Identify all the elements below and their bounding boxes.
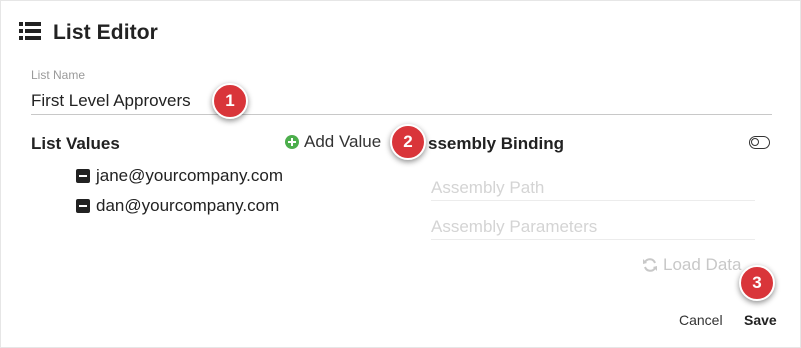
assembly-parameters-input[interactable] bbox=[431, 214, 755, 240]
remove-value-icon[interactable] bbox=[76, 169, 90, 183]
list-name-input[interactable] bbox=[31, 87, 772, 115]
dialog-header: List Editor bbox=[19, 21, 158, 45]
list-item: dan@yourcompany.com bbox=[76, 196, 279, 216]
load-data-button[interactable]: Load Data bbox=[642, 255, 741, 275]
plus-circle-icon bbox=[285, 135, 299, 149]
remove-value-icon[interactable] bbox=[76, 199, 90, 213]
save-button[interactable]: Save bbox=[744, 312, 777, 328]
list-item-email: jane@yourcompany.com bbox=[96, 166, 284, 185]
list-icon bbox=[19, 22, 41, 40]
callout-badge: 3 bbox=[739, 265, 775, 301]
callout-badge: 1 bbox=[212, 83, 248, 119]
callout-badge: 2 bbox=[390, 124, 426, 160]
assembly-binding-heading: ssembly Binding bbox=[428, 134, 565, 153]
toggle-knob bbox=[751, 138, 759, 146]
add-value-label: Add Value bbox=[304, 132, 382, 151]
list-values-heading: List Values bbox=[31, 134, 120, 153]
list-item: jane@yourcompany.com bbox=[76, 166, 283, 186]
assembly-path-input[interactable] bbox=[431, 175, 755, 201]
list-name-label: List Name bbox=[31, 68, 86, 82]
assembly-binding-toggle[interactable] bbox=[749, 136, 770, 149]
list-item-email: dan@yourcompany.com bbox=[96, 196, 280, 215]
refresh-icon bbox=[643, 258, 657, 272]
dialog-title: List Editor bbox=[53, 21, 158, 44]
list-editor-dialog: List Editor List Name List Values Add Va… bbox=[0, 0, 801, 348]
cancel-button[interactable]: Cancel bbox=[679, 312, 723, 328]
load-data-label: Load Data bbox=[663, 255, 742, 274]
add-value-button[interactable]: Add Value bbox=[285, 132, 381, 152]
